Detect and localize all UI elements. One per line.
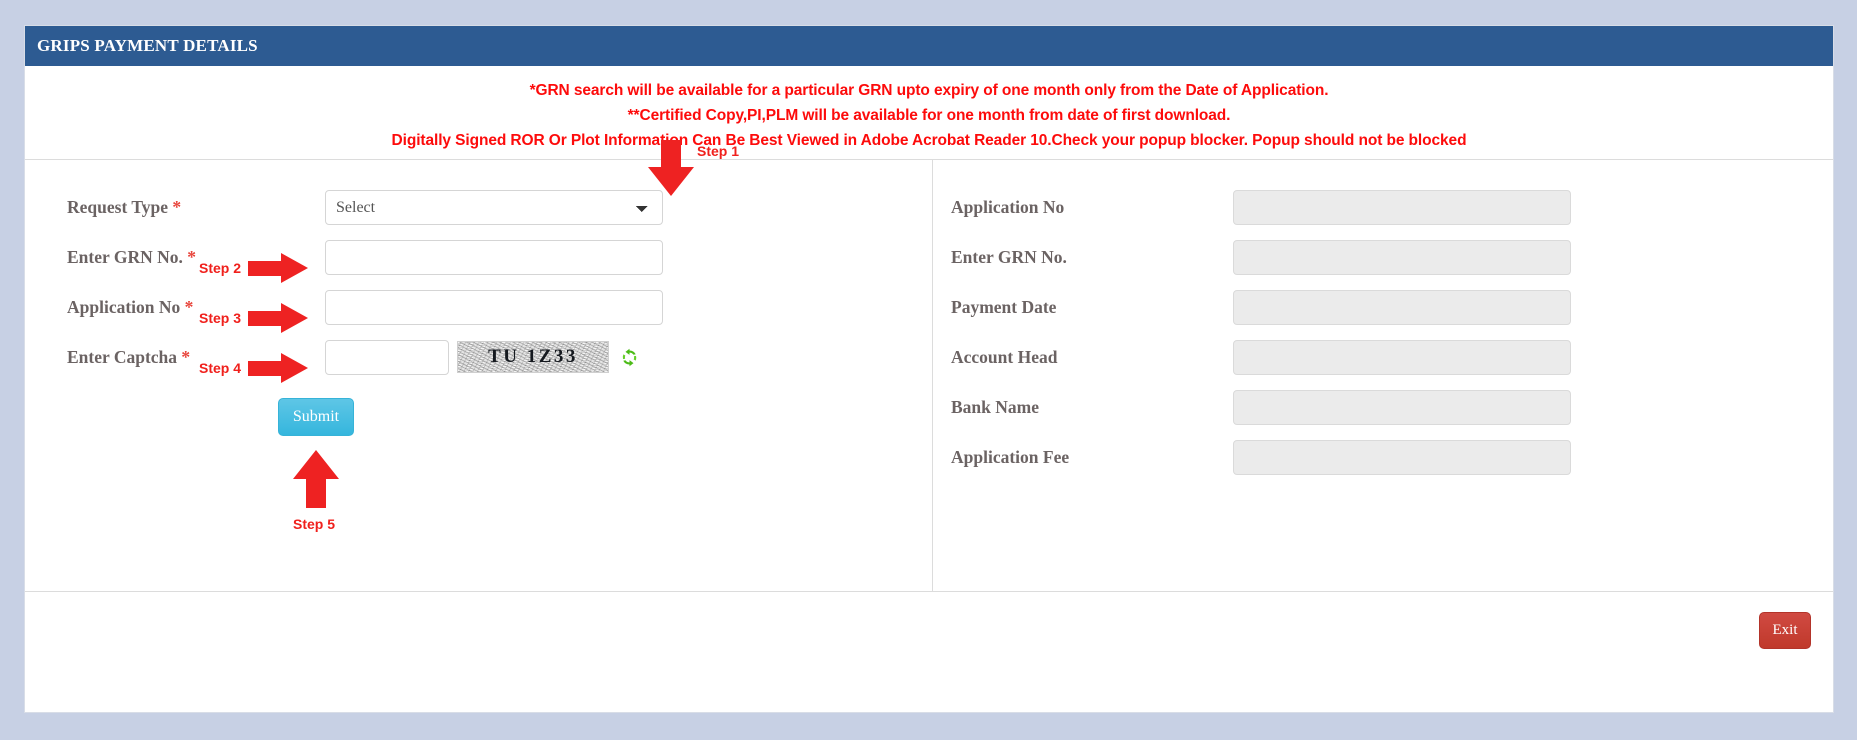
captcha-control: TU 1Z33 — [325, 339, 640, 375]
step-3-arrow-icon — [248, 302, 309, 333]
required-asterisk: * — [184, 296, 194, 317]
captcha-label-text: Enter Captcha — [67, 346, 178, 367]
required-asterisk: * — [181, 346, 191, 367]
detail-grn-no-control — [1233, 239, 1571, 275]
submit-area: Submit Step 5 — [25, 398, 932, 532]
step-4-label: Step 4 — [199, 359, 242, 376]
detail-application-no-control — [1233, 189, 1571, 225]
detail-application-fee-control — [1233, 439, 1571, 475]
detail-account-head-control — [1233, 339, 1571, 375]
step-1-arrow-icon — [648, 140, 694, 197]
row-detail-application-fee: Application Fee — [933, 432, 1833, 482]
left-form-column: Step 1 Request Type * Select Enter GRN N… — [25, 140, 932, 591]
detail-payment-date-control — [1233, 289, 1571, 325]
captcha-input[interactable] — [325, 339, 449, 375]
step-2-marker: Step 2 — [199, 252, 332, 283]
row-grn-no: Enter GRN No. * Step 2 — [25, 232, 932, 283]
request-type-select[interactable]: Select — [325, 189, 663, 225]
request-type-label-text: Request Type — [67, 196, 168, 217]
step-1-label: Step 1 — [697, 143, 740, 160]
row-detail-application-no: Application No — [933, 182, 1833, 232]
step-5-arrow-icon — [293, 450, 339, 509]
grips-payment-panel: GRIPS PAYMENT DETAILS *GRN search will b… — [24, 25, 1834, 713]
application-no-label-text: Application No — [67, 296, 181, 317]
grn-no-control — [325, 239, 663, 275]
request-type-control: Select — [325, 189, 663, 225]
row-detail-payment-date: Payment Date — [933, 282, 1833, 332]
step-3-label: Step 3 — [199, 309, 242, 326]
detail-bank-name-control — [1233, 389, 1571, 425]
row-application-no: Application No * Step 3 — [25, 282, 932, 333]
required-asterisk: * — [172, 196, 182, 217]
step-2-arrow-icon — [248, 252, 309, 283]
detail-bank-name-field — [1233, 389, 1571, 425]
detail-application-no-label: Application No — [951, 196, 1065, 217]
application-no-label: Application No * Step 3 — [25, 296, 325, 333]
request-type-label: Request Type * — [25, 197, 325, 218]
row-detail-grn-no: Enter GRN No. — [933, 232, 1833, 282]
grn-no-label-text: Enter GRN No. — [67, 246, 183, 267]
required-asterisk: * — [187, 246, 196, 267]
step-4-arrow-icon — [248, 352, 309, 383]
detail-grn-no-field — [1233, 239, 1571, 275]
exit-button[interactable]: Exit — [1759, 612, 1811, 650]
detail-bank-name-label: Bank Name — [951, 396, 1039, 417]
grn-no-label: Enter GRN No. * Step 2 — [25, 246, 325, 283]
panel-header: GRIPS PAYMENT DETAILS — [25, 26, 1833, 66]
detail-application-fee-field — [1233, 439, 1571, 475]
detail-application-no-field — [1233, 189, 1571, 225]
detail-account-head-label: Account Head — [951, 346, 1058, 367]
application-no-input[interactable] — [325, 289, 663, 325]
row-detail-account-head: Account Head — [933, 332, 1833, 382]
form-body: Step 1 Request Type * Select Enter GRN N… — [25, 140, 1833, 592]
notice-line-2: **Certified Copy,PI,PLM will be availabl… — [627, 107, 1231, 125]
grn-no-input[interactable] — [325, 239, 663, 275]
step-5-label: Step 5 — [293, 516, 336, 533]
step-3-marker: Step 3 — [199, 302, 332, 333]
row-request-type: Request Type * Select — [25, 182, 932, 232]
step-4-marker: Step 4 — [199, 352, 332, 383]
row-detail-bank-name: Bank Name — [933, 382, 1833, 432]
detail-grn-no-label: Enter GRN No. — [951, 246, 1067, 267]
detail-account-head-field — [1233, 339, 1571, 375]
refresh-icon[interactable] — [618, 346, 640, 368]
panel-footer: Exit — [25, 591, 1833, 711]
notice-block: *GRN search will be available for a part… — [25, 66, 1833, 159]
detail-payment-date-label: Payment Date — [951, 296, 1057, 317]
detail-application-fee-label: Application Fee — [951, 446, 1070, 467]
application-no-control — [325, 289, 663, 325]
captcha-label: Enter Captcha * Step 4 — [25, 346, 325, 383]
submit-button[interactable]: Submit — [278, 398, 354, 437]
detail-payment-date-field — [1233, 289, 1571, 325]
notice-line-3: Digitally Signed ROR Or Plot Information… — [391, 132, 1467, 150]
notice-line-1: *GRN search will be available for a part… — [529, 82, 1329, 99]
right-details-column: Application No Enter GRN No. Payment Dat… — [932, 160, 1833, 592]
page-title: GRIPS PAYMENT DETAILS — [37, 36, 258, 55]
step-2-label: Step 2 — [199, 259, 242, 276]
row-captcha: Enter Captcha * Step 4 TU 1Z33 — [25, 332, 932, 383]
captcha-image: TU 1Z33 — [457, 341, 609, 374]
